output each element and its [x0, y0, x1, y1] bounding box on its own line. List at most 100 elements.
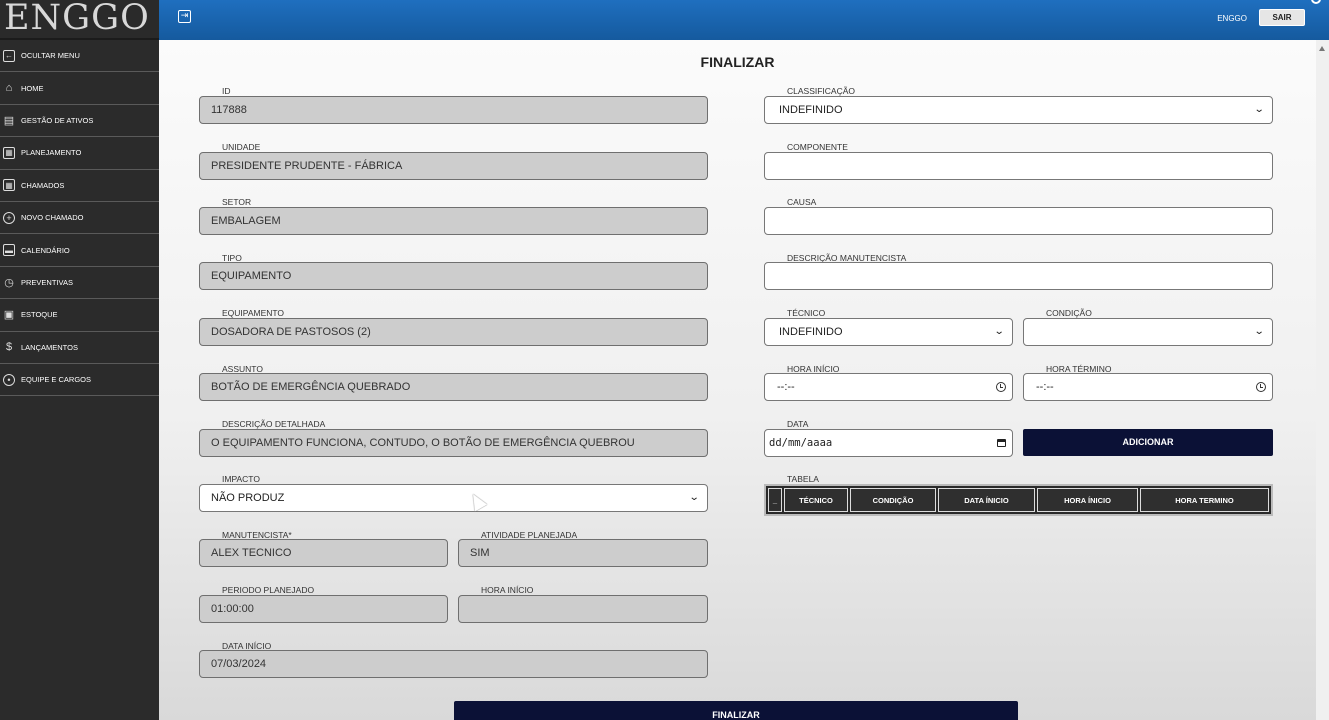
impacto-label: IMPACTO: [222, 474, 260, 486]
sidebar-item-label: PREVENTIVAS: [21, 277, 73, 287]
data-label: DATA: [787, 419, 809, 431]
componente-input[interactable]: [764, 152, 1273, 180]
hora-inicio-input[interactable]: --:--: [764, 373, 1013, 401]
classificacao-label: CLASSIFICAÇÃO: [787, 86, 856, 98]
equipamento-label: EQUIPAMENTO: [222, 308, 285, 320]
table-header-cell: TÉCNICO: [784, 488, 848, 512]
calendar-icon: ▬: [3, 244, 15, 257]
componente-label: COMPONENTE: [787, 142, 848, 154]
sidebar-item-home[interactable]: ⌂ HOME: [0, 72, 159, 105]
adicionar-button[interactable]: ADICIONAR: [1023, 429, 1273, 456]
clock-icon[interactable]: [1256, 382, 1266, 392]
sidebar-item-gestao-de-ativos[interactable]: ▤ GESTÃO DE ATIVOS: [0, 105, 159, 138]
hora-termino-value: --:--: [1036, 381, 1054, 393]
sidebar-item-calendario[interactable]: ▬ CALENDÁRIO: [0, 234, 159, 267]
sidebar-item-label: GESTÃO DE ATIVOS: [21, 115, 94, 125]
atividade-planejada-field: SIM: [458, 539, 708, 567]
chevron-down-icon: ⌄: [993, 326, 1005, 337]
sidebar-item-label: PLANEJAMENTO: [21, 148, 82, 158]
plus-circle-icon: +: [3, 211, 15, 224]
sidebar-item-label: HOME: [21, 83, 44, 93]
hora-termino-input[interactable]: --:--: [1023, 373, 1273, 401]
scroll-up-icon[interactable]: [1319, 46, 1325, 51]
main-content: FINALIZAR ID 117888 UNIDADE PRESIDENTE P…: [159, 40, 1316, 720]
periodo-planejado-field: 01:00:00: [199, 595, 448, 623]
manutencista-field: ALEX TECNICO: [199, 539, 448, 567]
hora-inicio-value: --:--: [777, 381, 795, 393]
finalizar-button[interactable]: FINALIZAR: [454, 701, 1018, 720]
shield-icon: •: [3, 373, 15, 386]
collapse-menu-icon: ←: [3, 49, 15, 62]
condicao-label: CONDIÇÃO: [1046, 308, 1092, 320]
sidebar: ← OCULTAR MENU ⌂ HOME ▤ GESTÃO DE ATIVOS…: [0, 40, 159, 720]
condicao-select[interactable]: ⌄: [1023, 318, 1273, 346]
tecnico-label: TÉCNICO: [787, 308, 826, 320]
scrollbar[interactable]: [1316, 40, 1329, 720]
tipo-field: EQUIPAMENTO: [199, 262, 708, 290]
periodo-planejado-label: PERIODO PLANEJADO: [222, 585, 315, 597]
setor-label: SETOR: [222, 197, 252, 209]
table-header-cell: _: [768, 488, 782, 512]
home-icon: ⌂: [5, 82, 13, 95]
hora-inicio-planejada-label: HORA INÍCIO: [481, 585, 534, 597]
clock-icon[interactable]: [996, 382, 1006, 392]
sidebar-item-label: EQUIPE E CARGOS: [21, 375, 92, 385]
impacto-value: NÃO PRODUZ: [211, 492, 285, 504]
page-title: FINALIZAR: [700, 54, 775, 70]
car-icon: ▤: [3, 114, 15, 127]
logo-area: ENGGO: [0, 0, 159, 40]
descricao-manutencista-input[interactable]: [764, 262, 1273, 290]
equipamento-field: DOSADORA DE PASTOSOS (2): [199, 318, 708, 346]
table-header-cell: DATA ÍNICIO: [938, 488, 1035, 512]
calendar-icon[interactable]: [997, 439, 1006, 447]
sidebar-item-preventivas[interactable]: ◷ PREVENTIVAS: [0, 267, 159, 300]
id-label: ID: [222, 86, 231, 98]
sidebar-item-label: CHAMADOS: [21, 180, 65, 190]
data-inicio-field: 07/03/2024: [199, 650, 708, 678]
descricao-detalhada-field: O EQUIPAMENTO FUNCIONA, CONTUDO, O BOTÃO…: [199, 429, 708, 457]
id-field: 117888: [199, 96, 708, 124]
maintenance-table: _ TÉCNICO CONDIÇÃO DATA ÍNICIO HORA ÍNIC…: [764, 484, 1273, 516]
chevron-down-icon: ⌄: [1253, 326, 1265, 337]
sidebar-item-ocultar-menu[interactable]: ← OCULTAR MENU: [0, 40, 159, 73]
sidebar-toggle-icon[interactable]: ⇥: [178, 10, 191, 23]
sidebar-item-label: OCULTAR MENU: [21, 51, 80, 61]
causa-label: CAUSA: [787, 197, 817, 209]
table-header-cell: HORA ÍNICIO: [1037, 488, 1138, 512]
top-bar: ⇥ ENGGO SAIR: [0, 0, 1329, 40]
logout-button[interactable]: SAIR: [1259, 9, 1305, 26]
unidade-label: UNIDADE: [222, 142, 261, 154]
classificacao-select[interactable]: INDEFINIDO ⌄: [764, 96, 1273, 124]
data-input[interactable]: dd/mm/aaaa: [764, 429, 1013, 457]
table-header-cell: CONDIÇÃO: [850, 488, 936, 512]
assunto-field: BOTÃO DE EMERGÊNCIA QUEBRADO: [199, 373, 708, 401]
sidebar-item-label: ESTOQUE: [21, 310, 58, 320]
chevron-down-icon: ⌄: [688, 492, 700, 503]
sidebar-item-label: CALENDÁRIO: [21, 245, 70, 255]
hora-inicio-planejada-field: [458, 595, 708, 623]
calendar-grid-icon: ▦: [3, 146, 15, 159]
sidebar-item-label: NOVO CHAMADO: [21, 213, 84, 223]
sidebar-item-estoque[interactable]: ▣ ESTOQUE: [0, 299, 159, 332]
unidade-field: PRESIDENTE PRUDENTE - FÁBRICA: [199, 152, 708, 180]
sidebar-item-equipe-e-cargos[interactable]: • EQUIPE E CARGOS: [0, 364, 159, 397]
impacto-select[interactable]: NÃO PRODUZ ⌄: [199, 484, 708, 512]
sidebar-item-chamados[interactable]: ▦ CHAMADOS: [0, 170, 159, 202]
descricao-detalhada-label: DESCRIÇÃO DETALHADA: [222, 419, 326, 431]
tabela-label: TABELA: [787, 474, 819, 486]
notification-icon[interactable]: [1311, 0, 1321, 4]
table-header-cell: HORA TERMINO: [1140, 488, 1269, 512]
list-grid-icon: ▦: [3, 179, 15, 192]
causa-input[interactable]: [764, 207, 1273, 235]
data-value: dd/mm/aaaa: [769, 437, 833, 449]
sidebar-item-lancamentos[interactable]: $ LANÇAMENTOS: [0, 332, 159, 364]
app-logo[interactable]: ENGGO: [4, 0, 150, 38]
tecnico-select[interactable]: INDEFINIDO ⌄: [764, 318, 1013, 346]
classificacao-value: INDEFINIDO: [779, 104, 843, 116]
sidebar-item-planejamento[interactable]: ▦ PLANEJAMENTO: [0, 137, 159, 170]
sidebar-item-novo-chamado[interactable]: + NOVO CHAMADO: [0, 202, 159, 235]
chevron-down-icon: ⌄: [1253, 104, 1265, 115]
tecnico-value: INDEFINIDO: [779, 326, 843, 338]
alarm-clock-icon: ◷: [4, 276, 14, 289]
user-name: ENGGO: [1217, 14, 1247, 23]
